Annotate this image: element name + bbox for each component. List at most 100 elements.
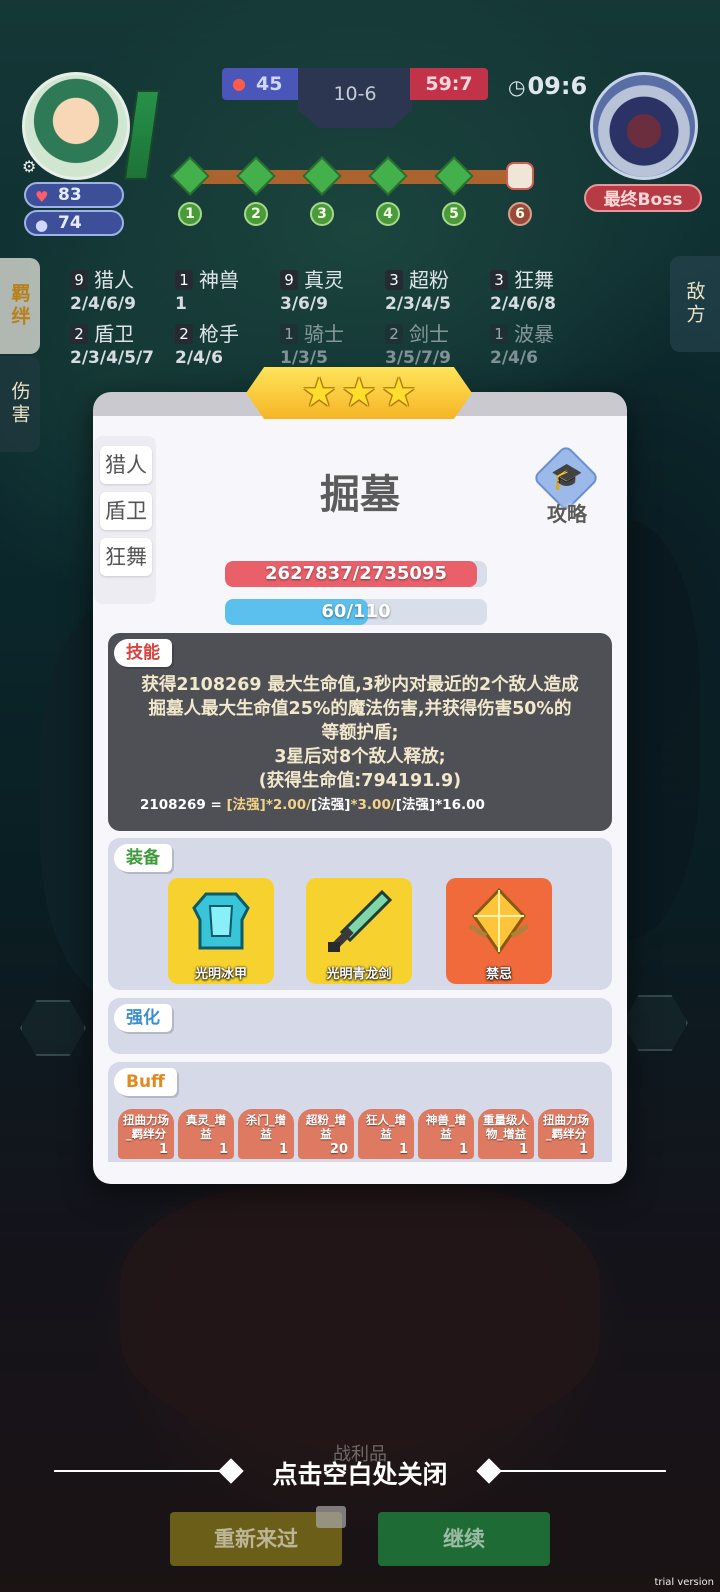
stage-number: 5 [442, 202, 466, 226]
synergy-count: 9 [70, 270, 88, 290]
equipment-name: 光明冰甲 [194, 967, 247, 982]
buff-text: 益 [440, 1127, 452, 1141]
sword-icon [328, 889, 393, 952]
equipment-name: 光明青龙剑 [326, 967, 392, 982]
buff-chip[interactable]: 神兽_增益 1 [418, 1109, 474, 1159]
synergy-name: 真灵 [304, 268, 344, 292]
continue-button[interactable]: 继续 [378, 1512, 550, 1566]
player-gold-value: 74 [58, 213, 82, 233]
synergy-item[interactable]: 2 剑士 3/5/7/9 [385, 318, 451, 368]
stage-track [180, 170, 530, 184]
buff-text: 重量级人 [483, 1113, 529, 1127]
synergy-count: 3 [490, 270, 508, 290]
synergy-item[interactable]: 2 枪手 2/4/6 [175, 318, 239, 368]
buff-count: 1 [278, 1142, 288, 1157]
equipment-slot[interactable]: 禁忌 [446, 878, 552, 984]
formula-param: [法强] [226, 797, 266, 813]
flame-icon: ● [232, 74, 246, 93]
synergy-item[interactable]: 3 狂舞 2/4/6/8 [490, 264, 556, 314]
synergy-item[interactable]: 2 盾卫 2/3/4/5/7 [70, 318, 154, 368]
synergy-item[interactable]: 3 超粉 2/3/4/5 [385, 264, 451, 314]
player-gold-pill: ● 74 [24, 210, 124, 236]
buff-chip[interactable]: 真灵_增益 1 [178, 1109, 234, 1159]
synergy-name: 狂舞 [514, 268, 554, 292]
synergy-tiers: 1/3/5 [280, 348, 328, 368]
buff-chip[interactable]: 扭曲力场 _羁绊分 1 [118, 1109, 174, 1159]
synergy-item[interactable]: 1 波暴 2/4/6 [490, 318, 554, 368]
clock-icon: ◷ [508, 75, 526, 99]
buff-text: 超粉_增 [305, 1113, 347, 1127]
synergy-tiers: 2/3/4/5 [385, 294, 451, 314]
formula-param: [法强] [395, 797, 436, 813]
guide-button[interactable]: 🎓 攻略 [530, 444, 604, 526]
buff-section: Buff 扭曲力场 _羁绊分 1 真灵_增益 1 杀门_增益 1 超粉_增益 20 狂人_… [108, 1062, 612, 1162]
buff-text: 益 [200, 1127, 212, 1141]
mana-bar: 60/110 [225, 599, 487, 625]
buff-text: 益 [320, 1127, 332, 1141]
synergy-name: 盾卫 [94, 322, 134, 346]
buff-text: 真灵_增 [185, 1113, 227, 1127]
close-hint[interactable]: 点击空白处关闭 [0, 1455, 720, 1491]
buff-text: 杀门_增 [245, 1113, 287, 1127]
synergy-tiers: 3/5/7/9 [385, 348, 451, 368]
enhance-label: 强化 [114, 1004, 172, 1032]
skill-line: 3星后对8个敌人释放; [274, 747, 446, 767]
synergy-name: 猎人 [94, 268, 134, 292]
synergy-item[interactable]: 9 猎人 2/4/6/9 [70, 264, 136, 314]
enhance-section: 强化 [108, 998, 612, 1054]
class-tab-hunter[interactable]: 猎人 [100, 446, 152, 484]
buff-text: 狂人_增 [365, 1113, 407, 1127]
buff-text: 益 [380, 1127, 392, 1141]
gear-icon[interactable]: ⚙ [22, 158, 40, 176]
synergy-count: 1 [280, 324, 298, 344]
stage-node [368, 156, 408, 196]
buff-chip[interactable]: 杀门_增益 1 [238, 1109, 294, 1159]
tab-bond[interactable]: 羁绊 [0, 258, 40, 354]
synergy-item[interactable]: 1 神兽 1 [175, 264, 239, 314]
stage-node [434, 156, 474, 196]
synergy-count: 2 [70, 324, 88, 344]
retry-button[interactable]: 重新来过 [170, 1506, 346, 1566]
synergy-count: 1 [490, 324, 508, 344]
player-hp-value: 83 [58, 185, 82, 205]
skill-line: 掘墓人最大生命值25%的魔法伤害,并获得伤害50%的 [148, 699, 572, 719]
heart-icon: ♥ [35, 188, 49, 206]
buff-chip[interactable]: 扭曲力场 _羁绊分 1 [538, 1109, 594, 1159]
armor-icon [192, 892, 250, 950]
formula-mult: *3.00/ [350, 797, 396, 813]
stage-node [236, 156, 276, 196]
synergy-tiers: 2/3/4/5/7 [70, 348, 154, 368]
equipment-slot[interactable]: 光明冰甲 [168, 878, 274, 984]
hp-bar: 2627837/2735095 [225, 561, 487, 587]
skill-line: 等额护盾; [321, 723, 399, 743]
class-tab-dancer[interactable]: 狂舞 [100, 538, 152, 576]
synergy-tiers: 2/4/6/9 [70, 294, 136, 314]
buff-text: 扭曲力场 [123, 1113, 169, 1127]
equipment-label: 装备 [114, 844, 172, 872]
left-score: ● 45 [222, 68, 302, 100]
synergy-count: 1 [175, 270, 193, 290]
buff-text: _羁绊分 [545, 1127, 587, 1141]
tab-enemy[interactable]: 敌方 [670, 256, 720, 352]
synergy-tiers: 2/4/6 [175, 348, 223, 368]
synergy-item[interactable]: 9 真灵 3/6/9 [280, 264, 344, 314]
stage-node-boss [502, 158, 538, 194]
boss-avatar[interactable] [590, 72, 698, 180]
synergy-name: 枪手 [199, 322, 239, 346]
stage-node [302, 156, 342, 196]
buff-chip[interactable]: 超粉_增益 20 [298, 1109, 354, 1159]
skill-formula: 2108269 = [法强]*2.00/[法强]*3.00/[法强]*16.00 [140, 793, 485, 813]
timer: ◷09:6 [508, 72, 587, 100]
equipment-slot[interactable]: 光明青龙剑 [306, 878, 412, 984]
formula-mult: *2.00/ [265, 797, 312, 813]
synergy-item[interactable]: 1 骑士 1/3/5 [280, 318, 344, 368]
buff-chip[interactable]: 重量级人 物_增益 1 [478, 1109, 534, 1159]
synergy-name: 剑士 [409, 322, 449, 346]
buff-chip[interactable]: 狂人_增益 1 [358, 1109, 414, 1159]
equipment-name: 禁忌 [485, 967, 512, 982]
buff-count: 1 [218, 1142, 228, 1157]
class-tab-guard[interactable]: 盾卫 [100, 492, 152, 530]
buff-text: 神兽_增 [425, 1113, 467, 1127]
stage-node [170, 156, 210, 196]
tab-damage[interactable]: 伤害 [0, 356, 40, 452]
